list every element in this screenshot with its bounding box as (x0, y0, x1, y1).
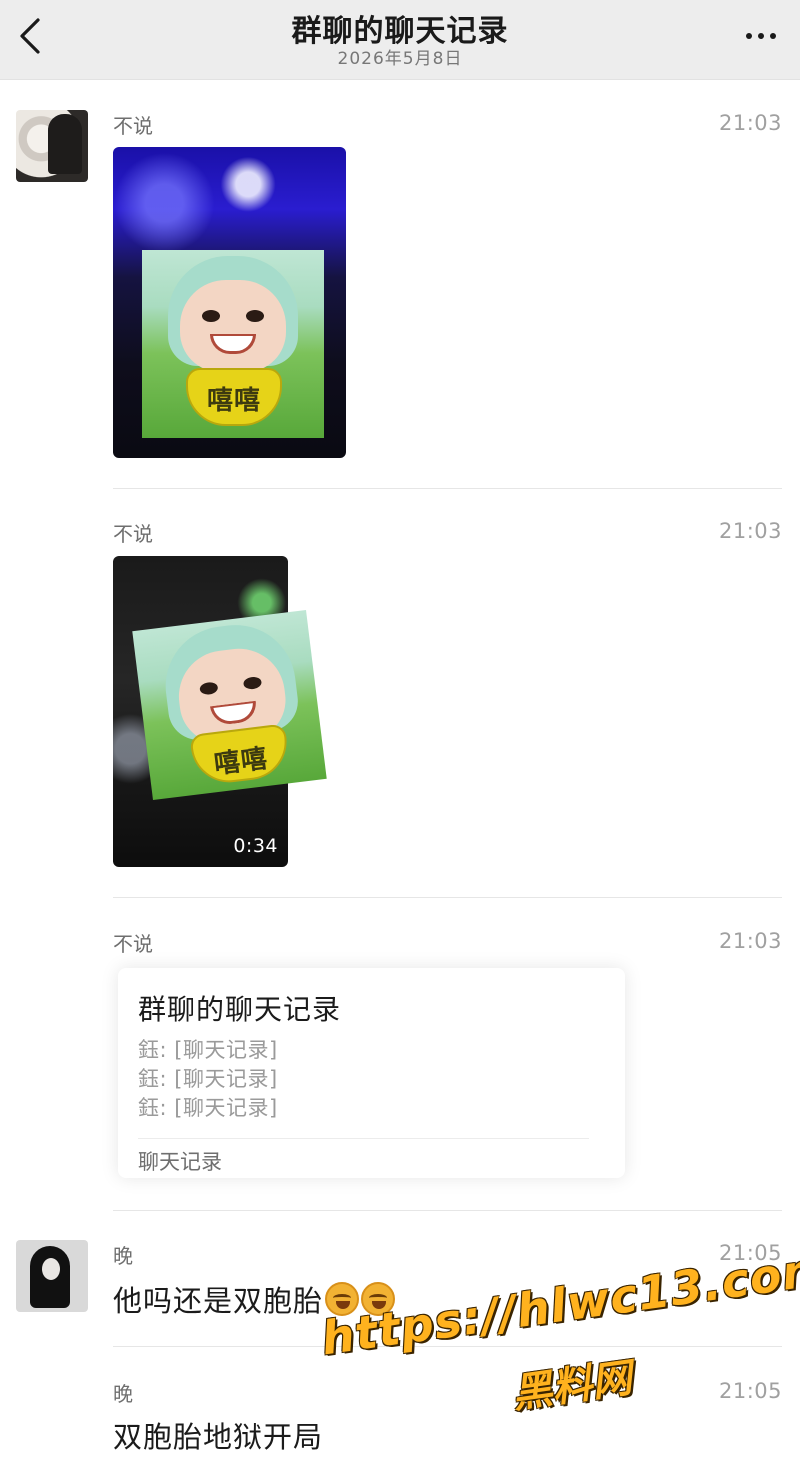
page-date: 2026年5月8日 (337, 49, 463, 69)
sender-name: 不说 (113, 114, 153, 138)
chat-record-separator (138, 1138, 589, 1139)
avatar[interactable] (16, 110, 88, 182)
chat-record-card[interactable]: 群聊的聊天记录 鈺: [聊天记录] 鈺: [聊天记录] 鈺: [聊天记录] 聊天… (118, 968, 625, 1178)
sender-name: 不说 (113, 932, 153, 956)
avatar[interactable] (16, 1240, 88, 1312)
sticker-image: 嘻嘻 (142, 250, 324, 438)
message-divider (113, 897, 782, 898)
message-text: 他吗还是双胞胎 (113, 1284, 324, 1318)
video-duration: 0:34 (233, 835, 278, 857)
chat-record-line: 鈺: [聊天记录] (138, 1038, 278, 1062)
message-time: 21:05 (718, 1241, 782, 1265)
sticker-caption: 嘻嘻 (206, 386, 261, 416)
sender-name: 晚 (113, 1382, 133, 1406)
chat-record-footer: 聊天记录 (138, 1150, 222, 1174)
message-time: 21:03 (718, 519, 782, 543)
sticker-image: 嘻嘻 (132, 609, 327, 801)
message-time: 21:03 (718, 929, 782, 953)
chat-record-title: 群聊的聊天记录 (138, 993, 342, 1026)
chat-record-line: 鈺: [聊天记录] (138, 1096, 278, 1120)
sender-name: 不说 (113, 522, 153, 546)
message-time: 21:05 (718, 1379, 782, 1403)
message-divider (113, 488, 782, 489)
text-message[interactable]: 双胞胎地狱开局 (113, 1414, 323, 1456)
watermark-name: 黑料网 (509, 1355, 635, 1418)
more-options-button[interactable] (736, 18, 786, 54)
rofl-emoji-icon (361, 1282, 396, 1316)
message-divider (113, 1346, 782, 1347)
sender-name: 晚 (113, 1244, 133, 1268)
more-dots-icon (746, 33, 776, 39)
sticker-caption: 嘻嘻 (212, 743, 270, 781)
chat-record-line: 鈺: [聊天记录] (138, 1067, 278, 1091)
text-message[interactable]: 他吗还是双胞胎 (113, 1278, 396, 1320)
message-divider (113, 1210, 782, 1211)
message-time: 21:03 (718, 111, 782, 135)
rofl-emoji-icon (325, 1282, 360, 1316)
chat-header: 群聊的聊天记录 2026年5月8日 (0, 0, 800, 80)
